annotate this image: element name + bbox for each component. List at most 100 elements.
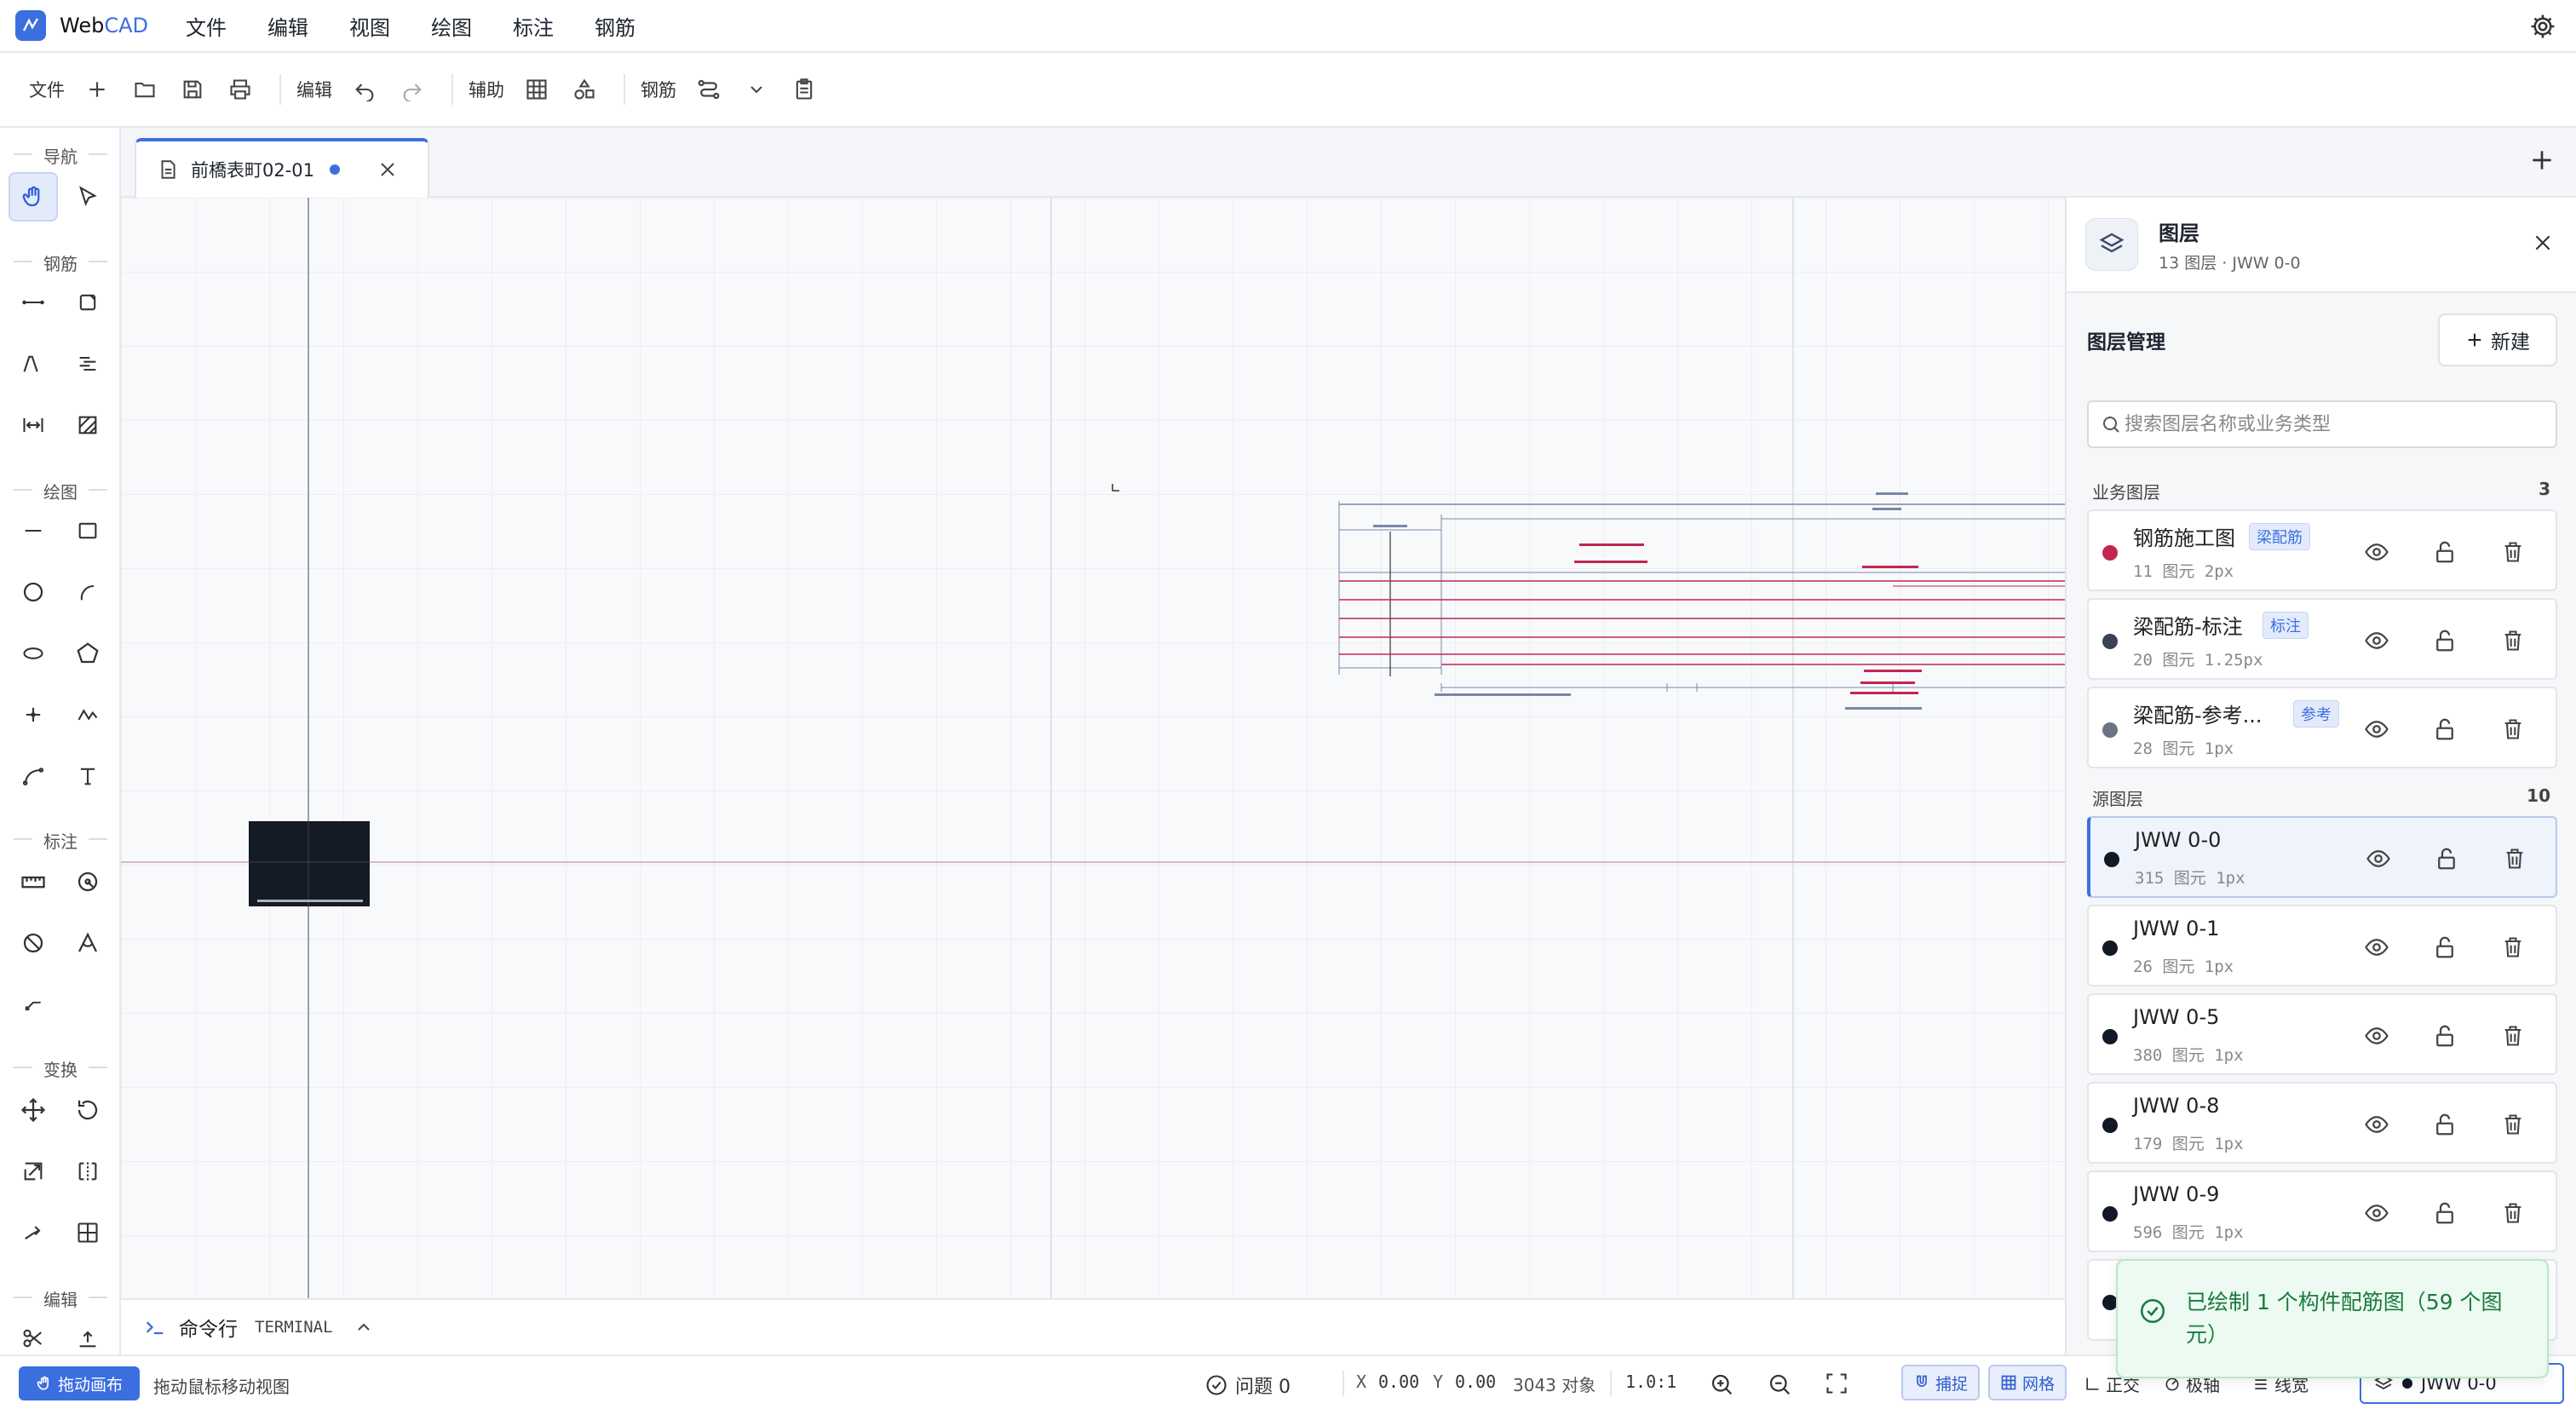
unlock-icon[interactable] [2429,842,2464,876]
circle-tool[interactable] [9,567,58,617]
layer-row-selected[interactable]: JWW 0-0 315 图元 1px [2087,816,2557,898]
shapes-button[interactable] [561,66,608,113]
rectangle-tool[interactable] [63,506,112,555]
new-file-button[interactable] [73,66,121,113]
unlock-icon[interactable] [2428,1107,2462,1142]
point-tool[interactable] [9,690,58,739]
menu-annotate[interactable]: 标注 [492,11,574,41]
open-folder-button[interactable] [121,66,169,113]
grid-toggle[interactable]: 网格 [1988,1365,2067,1400]
menu-view[interactable]: 视图 [329,11,411,41]
layer-row[interactable]: JWW 0-8 179 图元 1px [2087,1082,2557,1164]
close-icon[interactable] [2532,232,2554,254]
layer-row[interactable]: JWW 0-5 380 图元 1px [2087,993,2557,1075]
command-line-bar[interactable]: 命令行 TERMINAL [121,1298,2065,1354]
polygon-tool[interactable] [63,629,112,678]
unlock-icon[interactable] [2428,712,2462,746]
unlock-icon[interactable] [2428,1196,2462,1230]
diameter-dim-tool[interactable] [9,918,58,968]
eye-icon[interactable] [2360,624,2394,658]
trash-icon[interactable] [2498,842,2532,876]
layer-row[interactable]: JWW 0-1 26 图元 1px [2087,905,2557,986]
eye-icon[interactable] [2360,930,2394,964]
layer-meta: 179 图元 1px [2133,1135,2244,1153]
gear-icon[interactable] [2528,12,2557,41]
tab-title: 前橋表町02-01 [191,160,315,181]
rebar-list-tool[interactable] [63,339,112,388]
layer-row[interactable]: JWW 0-9 596 图元 1px [2087,1170,2557,1252]
angle-dim-tool[interactable] [63,918,112,968]
issues-indicator[interactable]: 问题 0 [1205,1372,1291,1399]
new-layer-button[interactable]: 新建 [2438,313,2557,366]
radius-dim-tool[interactable] [63,857,112,906]
layer-type-badge: 参考 [2293,700,2339,728]
offset-tool[interactable] [9,1208,58,1257]
menu-draw[interactable]: 绘图 [411,11,492,41]
eye-icon[interactable] [2360,535,2394,569]
line-tool[interactable] [9,506,58,555]
trash-icon[interactable] [2496,624,2530,658]
unlock-icon[interactable] [2428,1019,2462,1053]
trash-icon[interactable] [2496,930,2530,964]
leader-tool[interactable] [9,980,58,1029]
trash-icon[interactable] [2496,1196,2530,1230]
grid-toggle-button[interactable] [513,66,561,113]
rebar-line-tool[interactable] [9,278,58,327]
trash-icon[interactable] [2496,1019,2530,1053]
rotate-tool[interactable] [63,1085,112,1135]
polyline-tool[interactable] [63,690,112,739]
mirror-tool[interactable] [63,1147,112,1196]
unlock-icon[interactable] [2428,930,2462,964]
hatch-tool[interactable] [63,400,112,450]
move-tool[interactable] [9,1085,58,1135]
unlock-icon[interactable] [2428,624,2462,658]
menu-rebar[interactable]: 钢筋 [574,11,656,41]
close-icon[interactable] [377,159,398,180]
fit-view-icon[interactable] [1825,1372,1849,1395]
undo-button[interactable] [341,66,388,113]
menu-edit[interactable]: 编辑 [247,11,329,41]
eye-icon[interactable] [2360,712,2394,746]
drawing-canvas[interactable] [121,198,2067,1298]
redo-button[interactable] [388,66,436,113]
trash-icon[interactable] [2496,1107,2530,1142]
layer-row[interactable]: 梁配筋-参考... 参考 28 图元 1px [2087,687,2557,768]
layer-search[interactable] [2087,400,2557,448]
zoom-in-icon[interactable] [1709,1372,1734,1397]
bent-bar-tool[interactable] [9,339,58,388]
rebar-dropdown-button[interactable] [733,66,780,113]
layer-row[interactable]: 钢筋施工图 梁配筋 11 图元 2px [2087,509,2557,591]
ellipse-tool[interactable] [9,629,58,678]
clipboard-button[interactable] [780,66,828,113]
drag-canvas-button[interactable]: 拖动画布 [19,1366,140,1400]
rebar-route-button[interactable] [685,66,733,113]
menu-file[interactable]: 文件 [165,11,247,41]
chevron-up-icon[interactable] [354,1317,374,1337]
save-button[interactable] [169,66,216,113]
stirrup-tool[interactable] [63,278,112,327]
add-tab-button[interactable] [2528,147,2556,174]
array-tool[interactable] [63,1208,112,1257]
linear-dim-tool[interactable] [9,857,58,906]
scale-tool[interactable] [9,1147,58,1196]
zoom-out-icon[interactable] [1767,1372,1792,1397]
layer-row[interactable]: 梁配筋-标注 标注 20 图元 1.25px [2087,598,2557,680]
eye-icon[interactable] [2360,1196,2394,1230]
snap-toggle[interactable]: 捕捉 [1901,1365,1981,1400]
dimension-span-tool[interactable] [9,400,58,450]
eye-icon[interactable] [2360,1019,2394,1053]
trash-icon[interactable] [2496,535,2530,569]
pan-tool-button[interactable] [9,172,58,221]
print-button[interactable] [216,66,264,113]
select-tool-button[interactable] [63,172,112,221]
eye-icon[interactable] [2360,1107,2394,1142]
document-tab[interactable]: 前橋表町02-01 [135,138,429,198]
redo-icon [403,83,422,101]
eye-icon[interactable] [2361,842,2395,876]
arc-tool[interactable] [63,567,112,617]
layer-search-input[interactable] [2125,413,2533,435]
text-tool[interactable] [63,751,112,801]
unlock-icon[interactable] [2428,535,2462,569]
trash-icon[interactable] [2496,712,2530,746]
spline-tool[interactable] [9,751,58,801]
